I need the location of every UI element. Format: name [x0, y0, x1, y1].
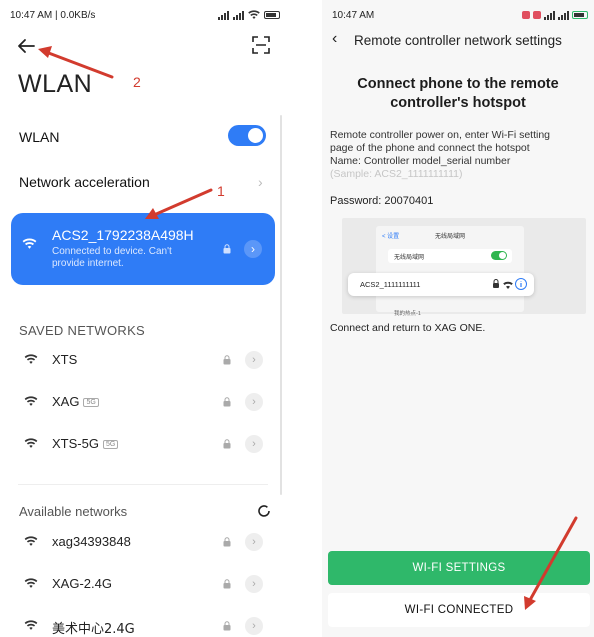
info-icon	[493, 278, 527, 290]
network-name: XAG-2.4G	[52, 576, 112, 591]
lock-icon	[223, 355, 231, 365]
signal-icon	[218, 10, 229, 20]
back-chevron-icon[interactable]: ‹	[332, 30, 337, 48]
hotspot-password: Password: 20070401	[330, 195, 434, 207]
remote-controller-network-screen: 10:47 AM ‹ Remote controller network set…	[322, 0, 594, 637]
illustration-toggle	[491, 251, 507, 260]
wlan-toggle-label: WLAN	[19, 129, 60, 145]
wifi-settings-button[interactable]: WI-FI SETTINGS	[328, 551, 590, 585]
wlan-settings-screen: 10:47 AM | 0.0KB/s WLAN 2 1 WLAN Network…	[0, 0, 288, 637]
available-network-item[interactable]: XAG-2.4G ›	[0, 570, 288, 598]
available-network-item[interactable]: xag34393848 ›	[0, 528, 288, 556]
chevron-right-icon: ›	[258, 174, 263, 190]
divider	[18, 484, 268, 485]
illustration-network-card: ACS2_1111111111	[348, 273, 534, 296]
network-details-button[interactable]: ›	[245, 435, 263, 453]
network-name: XAG 5G	[52, 394, 99, 409]
network-details-button[interactable]: ›	[245, 617, 263, 635]
battery-icon	[572, 11, 588, 19]
wifi-connected-button[interactable]: WI-FI CONNECTED	[328, 593, 590, 627]
signal-icon	[233, 10, 244, 20]
lock-icon	[223, 579, 231, 589]
saved-networks-header: SAVED NETWORKS	[19, 323, 146, 338]
illustration-hotspot-row: 我的热点-1	[394, 311, 421, 317]
lock-icon	[223, 537, 231, 547]
status-bar: 10:47 AM	[332, 8, 588, 22]
network-details-button[interactable]: ›	[245, 533, 263, 551]
band-badge: 5G	[83, 398, 99, 408]
network-acceleration-item[interactable]: Network acceleration	[19, 174, 150, 190]
available-network-item[interactable]: 美术中心2.4G ›	[0, 612, 288, 637]
lock-icon	[223, 244, 231, 254]
wifi-icon	[24, 438, 38, 448]
connected-network-item[interactable]: ACS2_1792238A498H Connected to device. C…	[11, 213, 275, 285]
instruction-text: Remote controller power on, enter Wi-Fi …	[330, 129, 592, 181]
wifi-icon	[24, 396, 38, 406]
wifi-icon	[24, 578, 38, 588]
wifi-settings-illustration: < 设置 无线局域网 无线局域网 我的热点-1 ACS2_1111111111	[342, 218, 586, 317]
wifi-icon	[248, 10, 260, 19]
notification-icon	[522, 11, 530, 19]
illustration-panel: < 设置 无线局域网 无线局域网 我的热点-1	[376, 226, 524, 317]
back-arrow-icon[interactable]	[16, 36, 36, 56]
notification-icon	[533, 11, 541, 19]
battery-icon	[264, 11, 280, 19]
return-note: Connect and return to XAG ONE.	[330, 322, 486, 334]
wifi-icon	[24, 354, 38, 364]
network-name: XTS-5G 5G	[52, 436, 119, 451]
status-bar: 10:47 AM | 0.0KB/s	[10, 8, 280, 22]
sample-name: (Sample: ACS2_1111111111)	[330, 168, 463, 180]
annotation-number-1: 1	[217, 183, 225, 199]
network-name: XTS	[52, 352, 78, 367]
status-time: 10:47 AM	[332, 9, 375, 21]
network-name: xag34393848	[52, 534, 131, 549]
illustration-title: 无线局域网	[434, 234, 465, 240]
connected-status: Connected to device. Can't provide inter…	[52, 246, 172, 269]
page-title: WLAN	[18, 70, 93, 98]
lock-icon	[223, 397, 231, 407]
saved-network-item[interactable]: XTS ›	[0, 346, 288, 374]
wifi-icon	[24, 620, 38, 630]
scan-icon[interactable]	[252, 36, 270, 54]
lock-icon	[223, 621, 231, 631]
illustration-wlan-row: 无线局域网	[388, 249, 512, 263]
network-details-button[interactable]: ›	[244, 240, 262, 258]
available-networks-header: Available networks	[19, 504, 128, 519]
wlan-toggle[interactable]	[228, 125, 266, 146]
refresh-icon[interactable]	[257, 504, 271, 518]
status-time: 10:47 AM | 0.0KB/s	[10, 9, 96, 21]
network-details-button[interactable]: ›	[245, 393, 263, 411]
scrollbar[interactable]	[280, 115, 282, 495]
illustration-ssid: ACS2_1111111111	[360, 280, 421, 289]
page-title: Remote controller network settings	[354, 33, 562, 48]
wifi-icon	[24, 536, 38, 546]
signal-icon	[558, 10, 569, 20]
network-details-button[interactable]: ›	[245, 575, 263, 593]
saved-network-item[interactable]: XAG 5G ›	[0, 388, 288, 416]
top-bar: ‹ Remote controller network settings	[322, 28, 594, 54]
signal-icon	[544, 10, 555, 20]
instruction-heading: Connect phone to the remote controller's…	[357, 76, 559, 111]
connected-ssid: ACS2_1792238A498H	[52, 227, 194, 243]
saved-network-item[interactable]: XTS-5G 5G ›	[0, 430, 288, 458]
network-name: 美术中心2.4G	[52, 622, 135, 637]
wifi-icon	[22, 238, 37, 249]
network-details-button[interactable]: ›	[245, 351, 263, 369]
annotation-number-2: 2	[133, 74, 141, 90]
lock-icon	[223, 439, 231, 449]
band-badge: 5G	[102, 440, 119, 450]
